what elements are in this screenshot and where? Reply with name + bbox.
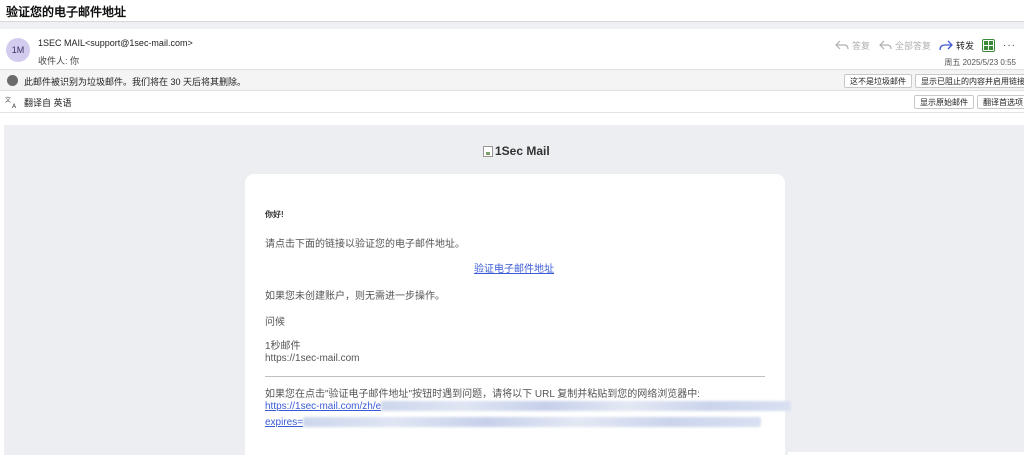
greeting: 你好! bbox=[265, 210, 284, 219]
instruction-text: 请点击下面的链接以验证您的电子邮件地址。 bbox=[265, 239, 465, 250]
recipient-line: 收件人: 你 bbox=[38, 56, 80, 66]
divider bbox=[265, 376, 765, 377]
not-spam-button[interactable]: 这不是垃圾邮件 bbox=[844, 74, 912, 88]
translation-bar: 文A 翻译自 英语 显示原始邮件 翻译首选项 bbox=[0, 91, 1024, 113]
info-icon bbox=[7, 75, 18, 86]
translate-icon: 文A bbox=[5, 96, 19, 110]
redacted-expires-segment bbox=[303, 417, 762, 428]
verification-url-prefix: https://1sec-mail.com/zh/e bbox=[265, 401, 382, 412]
svg-text:A: A bbox=[12, 103, 17, 108]
logo-image: 1Sec Mail bbox=[483, 144, 550, 158]
broken-image-icon bbox=[483, 145, 493, 157]
reply-label: 答复 bbox=[851, 40, 870, 51]
signature-name: 1秒邮件 bbox=[265, 341, 301, 352]
more-options-button[interactable]: ··· bbox=[1003, 40, 1016, 51]
forward-label: 转发 bbox=[955, 40, 974, 51]
show-blocked-content-button[interactable]: 显示已阻止的内容并启用链接 bbox=[915, 74, 1024, 88]
no-action-text: 如果您未创建账户，则无需进一步操作。 bbox=[265, 291, 445, 302]
spam-message: 此邮件被识别为垃圾邮件。我们将在 30 天后将其删除。 bbox=[24, 77, 247, 87]
verification-url-link[interactable]: https://1sec-mail.com/zh/e bbox=[265, 401, 792, 412]
header-separator bbox=[0, 22, 1024, 29]
show-original-button[interactable]: 显示原始邮件 bbox=[914, 95, 974, 109]
email-card: 你好! 请点击下面的链接以验证您的电子邮件地址。 验证电子邮件地址 如果您未创建… bbox=[245, 174, 792, 464]
redacted-url-segment bbox=[381, 401, 792, 412]
translation-preferences-button[interactable]: 翻译首选项 bbox=[977, 95, 1024, 109]
trouble-text: 如果您在点击"验证电子邮件地址"按钮时遇到问题，请将以下 URL 复制并粘贴到您… bbox=[265, 389, 701, 400]
regards-text: 问候 bbox=[265, 317, 285, 328]
verify-email-link[interactable]: 验证电子邮件地址 bbox=[474, 260, 554, 275]
message-header: 1M 1SEC MAIL<support@1sec-mail.com> 收件人:… bbox=[0, 29, 1024, 69]
logo-alt-text: 1Sec Mail bbox=[495, 144, 550, 158]
svg-text:文: 文 bbox=[5, 96, 11, 104]
window-title: 验证您的电子邮件地址 bbox=[0, 0, 1024, 22]
message-actions: 答复 全部答复 转发 ··· bbox=[835, 37, 1016, 53]
expires-prefix: expires= bbox=[265, 417, 304, 428]
spam-notice-bar: 此邮件被识别为垃圾邮件。我们将在 30 天后将其删除。 这不是垃圾邮件 显示已阻… bbox=[0, 69, 1024, 91]
signature-url: https://1sec-mail.com bbox=[265, 353, 360, 364]
avatar[interactable]: 1M bbox=[6, 38, 30, 62]
message-date: 周五 2025/5/23 0:55 bbox=[944, 58, 1016, 67]
forward-icon bbox=[939, 40, 953, 51]
reply-all-button[interactable]: 全部答复 bbox=[878, 39, 931, 52]
reply-icon bbox=[835, 40, 849, 50]
apps-grid-icon[interactable] bbox=[982, 38, 995, 52]
reply-button[interactable]: 答复 bbox=[835, 39, 870, 52]
reply-all-icon bbox=[879, 40, 892, 50]
forward-button[interactable]: 转发 bbox=[939, 39, 974, 52]
sender-address[interactable]: 1SEC MAIL<support@1sec-mail.com> bbox=[38, 38, 193, 48]
reply-all-label: 全部答复 bbox=[894, 40, 931, 51]
translation-message: 翻译自 英语 bbox=[24, 98, 72, 108]
verification-url-expires[interactable]: expires= bbox=[265, 417, 762, 428]
